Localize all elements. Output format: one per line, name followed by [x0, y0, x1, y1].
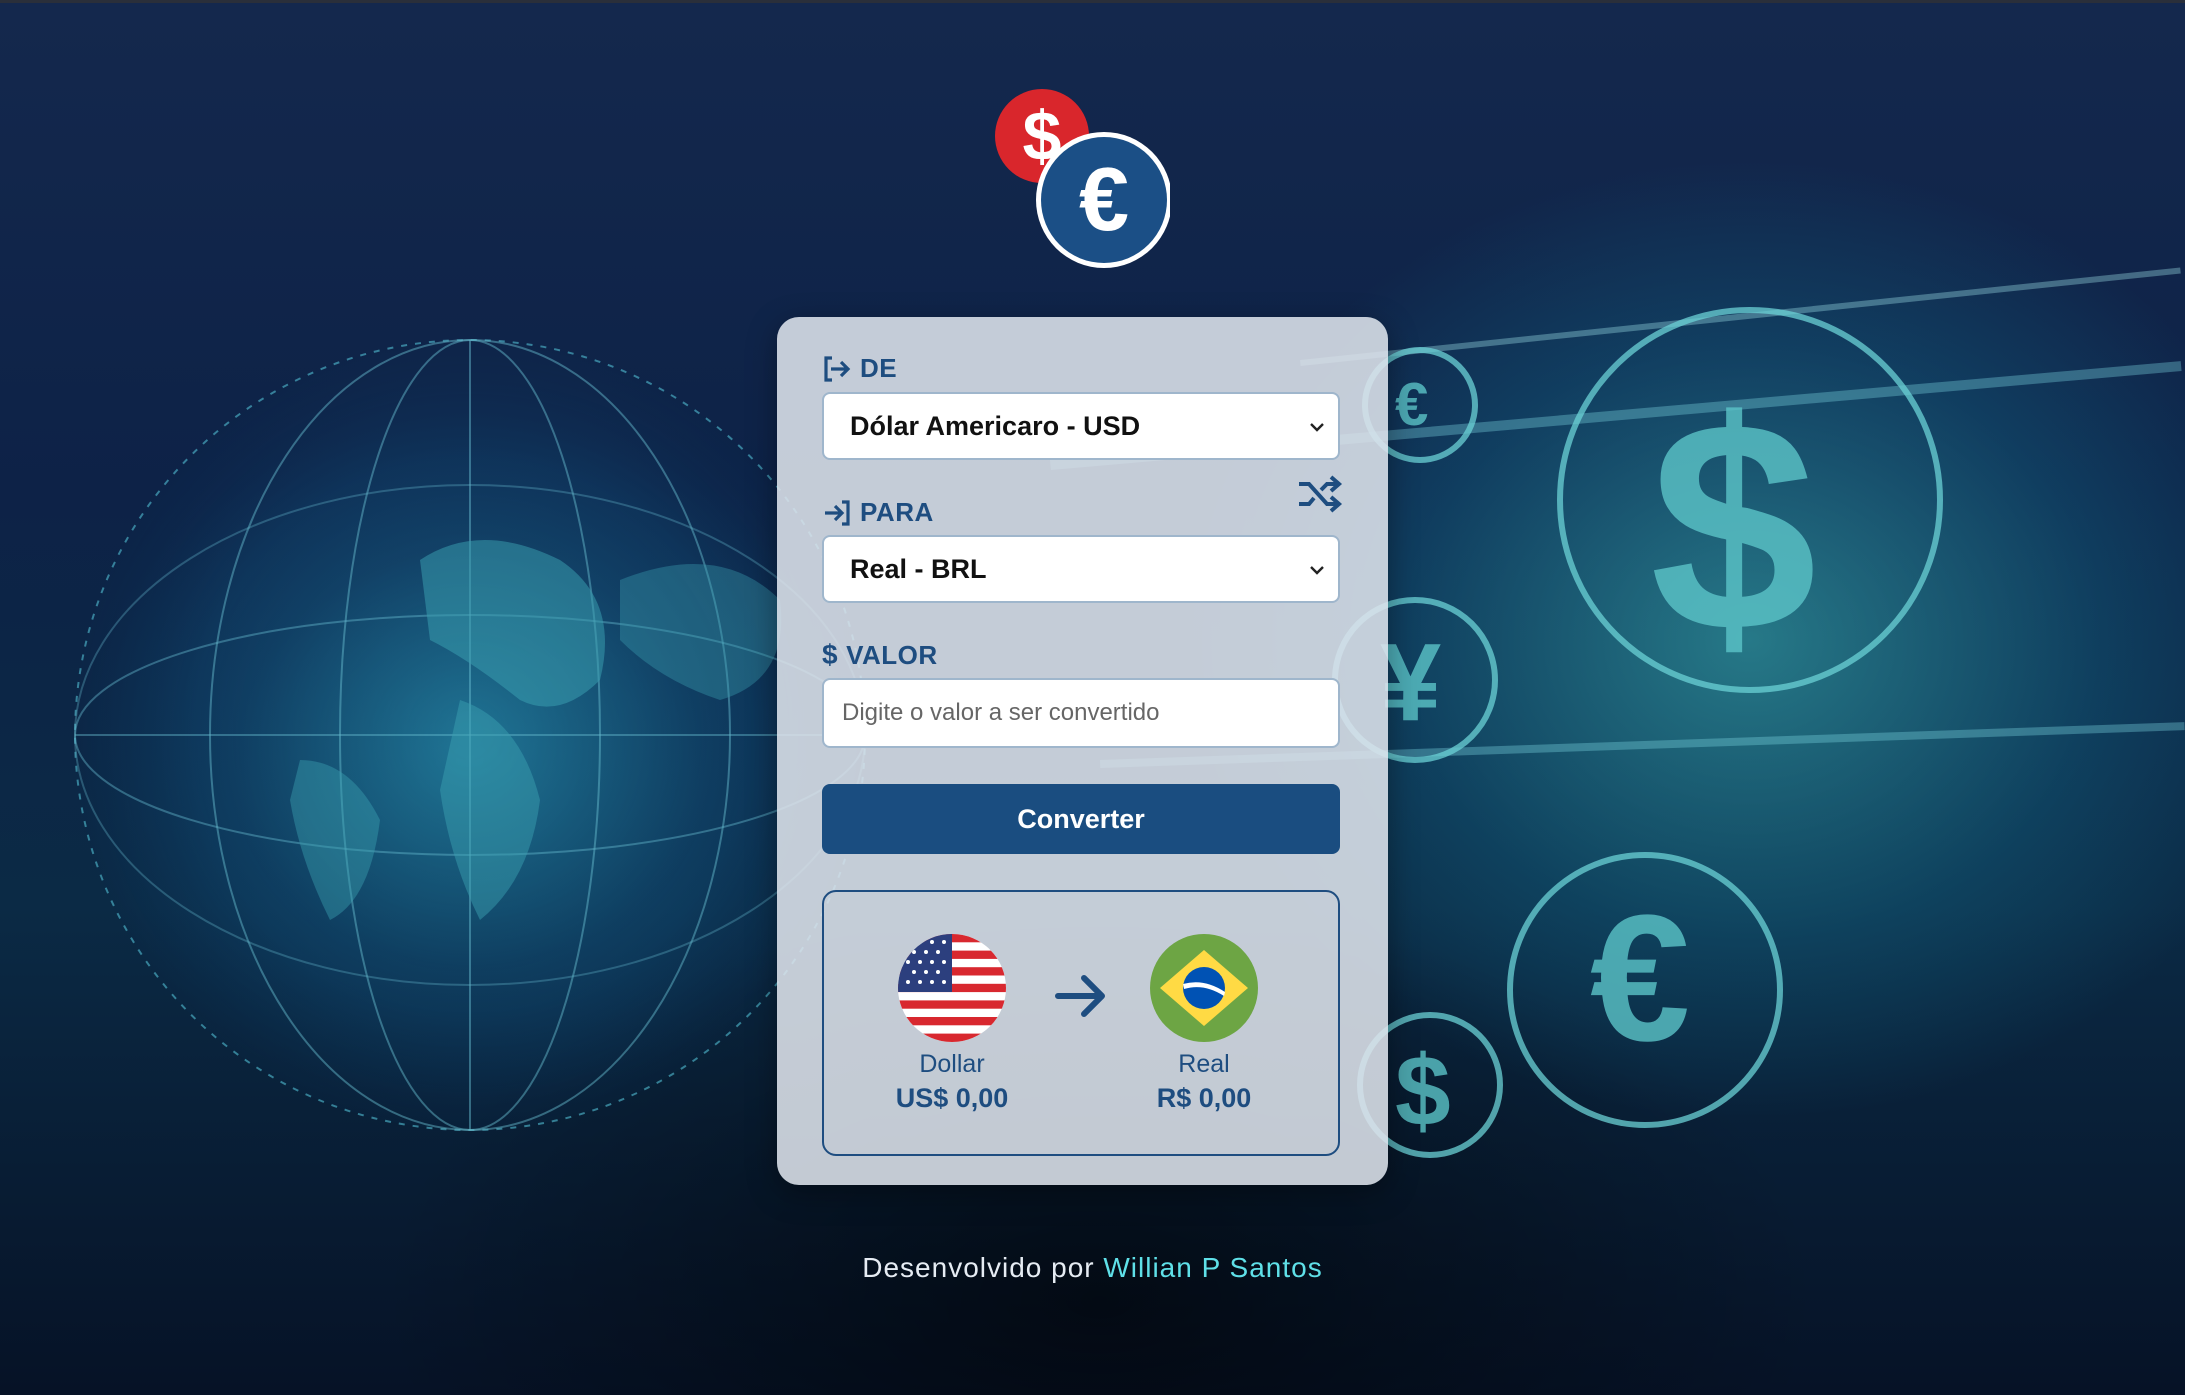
from-currency-result: Dollar US$ 0,00 [852, 934, 1052, 1114]
sign-in-arrow-icon [825, 499, 850, 526]
to-currency-name: Real [1178, 1050, 1230, 1078]
brazil-flag-icon [1150, 934, 1258, 1042]
converter-card: DE Dólar Americaro - USD PARA Real - BRL… [777, 317, 1388, 1185]
from-currency-select[interactable]: Dólar Americaro - USD [822, 392, 1340, 460]
bg-yen-symbol: ¥ [1380, 621, 1441, 744]
from-label: DE [822, 353, 897, 384]
from-currency-value: Dólar Americaro - USD [850, 410, 1141, 441]
shuffle-icon[interactable] [1297, 474, 1343, 514]
bg-euro-small-symbol: € [1395, 371, 1428, 438]
to-currency-value: Real - BRL [850, 553, 987, 584]
usa-flag-icon [898, 934, 1006, 1042]
chevron-down-icon [1310, 566, 1324, 575]
footer-prefix: Desenvolvido por [862, 1252, 1095, 1283]
logo-dollar-euro-icon: $ € [995, 89, 1170, 268]
chevron-down-icon [1310, 423, 1324, 432]
globe-illustration [74, 339, 866, 1131]
arrow-right-icon [1055, 975, 1105, 1017]
from-currency-name: Dollar [919, 1050, 985, 1078]
dollar-sign-icon: $ [822, 639, 839, 670]
amount-input[interactable] [822, 678, 1340, 748]
sign-out-arrow-icon [824, 355, 851, 382]
to-label-text: PARA [860, 497, 934, 527]
to-currency-result: Real R$ 0,00 [1104, 934, 1304, 1114]
bg-dollar-symbol: $ [1650, 358, 1817, 694]
to-currency-select[interactable]: Real - BRL [822, 535, 1340, 603]
from-currency-amount: US$ 0,00 [895, 1083, 1009, 1113]
bg-dollar-small-symbol: $ [1395, 1035, 1451, 1147]
footer: Desenvolvido por Willian P Santos [0, 1252, 2185, 1284]
amount-label: $ VALOR [822, 639, 938, 671]
from-label-text: DE [860, 353, 898, 383]
author-link[interactable]: Willian P Santos [1103, 1252, 1322, 1283]
bg-euro-symbol: € [1590, 878, 1690, 1079]
to-label: PARA [822, 497, 934, 528]
convert-button[interactable]: Converter [822, 784, 1340, 854]
to-currency-amount: R$ 0,00 [1156, 1083, 1252, 1113]
amount-label-text: VALOR [846, 639, 938, 670]
svg-text:€: € [1079, 150, 1129, 250]
result-panel: Dollar US$ 0,00 Real R$ 0,00 [822, 890, 1340, 1156]
